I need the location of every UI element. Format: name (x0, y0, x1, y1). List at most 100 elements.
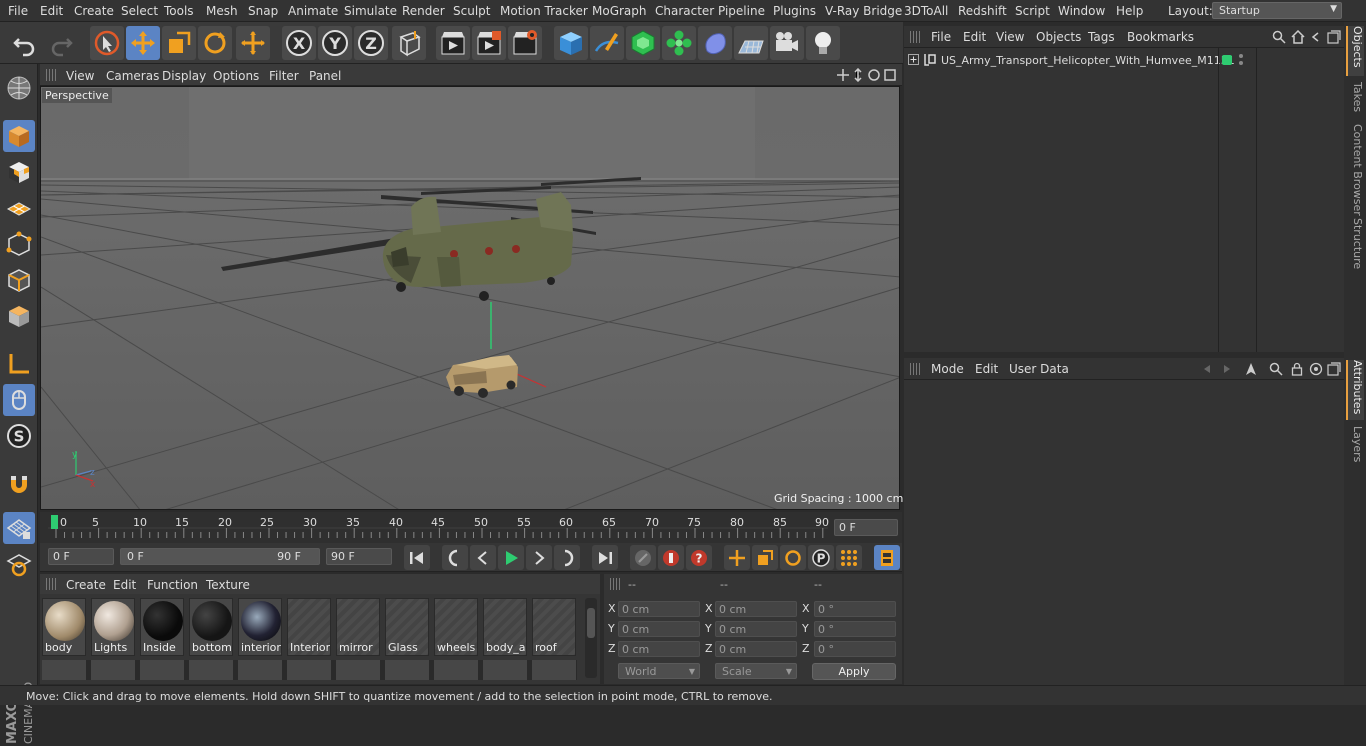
object-menu-edit[interactable]: Edit (963, 30, 986, 44)
prev-frame-button[interactable] (470, 545, 496, 570)
deformer-button[interactable] (698, 26, 732, 60)
material-swatch-interior-a[interactable]: interior_ (238, 598, 282, 656)
target-icon[interactable] (1309, 362, 1323, 376)
apply-button[interactable]: Apply (812, 663, 896, 680)
attribute-menu-mode[interactable]: Mode (931, 362, 964, 376)
material-swatch-inside[interactable]: Inside (140, 598, 184, 656)
attribute-menu-edit[interactable]: Edit (975, 362, 998, 376)
menu-mesh[interactable]: Mesh (206, 4, 238, 18)
tab-attributes[interactable]: Attributes (1346, 360, 1364, 420)
render-picture-viewer-button[interactable] (472, 26, 506, 60)
pointer-up-icon[interactable] (1244, 362, 1258, 376)
menu-tools[interactable]: Tools (164, 4, 194, 18)
material-swatch-glass[interactable]: Glass (385, 598, 429, 656)
workplane-lock-button[interactable] (3, 512, 35, 544)
start-frame-field[interactable]: 0 F (48, 548, 114, 565)
light-button[interactable] (806, 26, 840, 60)
coordinate-type-dropdown[interactable]: Scale ▼ (715, 663, 797, 679)
material-swatch-body[interactable]: body (42, 598, 86, 656)
menu-help[interactable]: Help (1116, 4, 1143, 18)
object-menu-view[interactable]: View (996, 30, 1024, 44)
object-menu-objects[interactable]: Objects (1036, 30, 1081, 44)
viewport-menu-display[interactable]: Display (162, 69, 206, 83)
size-y-field[interactable]: 0 cm (715, 621, 797, 637)
menu-create[interactable]: Create (74, 4, 114, 18)
menu-render[interactable]: Render (402, 4, 445, 18)
material-swatch-mirror[interactable]: mirror (336, 598, 380, 656)
render-visibility-dot[interactable] (1239, 61, 1243, 65)
camera-button[interactable] (770, 26, 804, 60)
next-frame-button[interactable] (526, 545, 552, 570)
position-y-field[interactable]: 0 cm (618, 621, 700, 637)
tab-objects[interactable]: Objects (1346, 26, 1364, 76)
viewport-nav-icons[interactable] (836, 68, 898, 82)
end-frame-field[interactable]: 90 F (326, 548, 392, 565)
tab-structure[interactable]: Structure (1346, 218, 1364, 274)
menu-select[interactable]: Select (121, 4, 158, 18)
back-icon[interactable] (1309, 30, 1323, 44)
timeline-button[interactable] (874, 545, 900, 570)
floor-environment-button[interactable] (734, 26, 768, 60)
generator-button[interactable] (626, 26, 660, 60)
viewport-menu-view[interactable]: View (66, 69, 94, 83)
material-scrollbar[interactable] (585, 598, 597, 678)
new-window-icon[interactable] (1327, 30, 1341, 44)
material-swatch-bottom[interactable]: bottom (189, 598, 233, 656)
material-swatch-lights[interactable]: Lights (91, 598, 135, 656)
goto-end-button[interactable] (592, 545, 618, 570)
menu-edit[interactable]: Edit (40, 4, 63, 18)
menu-pipeline[interactable]: Pipeline (718, 4, 765, 18)
make-editable-button[interactable] (3, 72, 35, 104)
menu-animate[interactable]: Animate (288, 4, 338, 18)
back-forward-arrows-icon[interactable] (1202, 362, 1232, 376)
solo-button[interactable]: S (3, 420, 35, 452)
key-scale-button[interactable] (752, 545, 778, 570)
size-x-field[interactable]: 0 cm (715, 601, 797, 617)
object-row[interactable]: US_Army_Transport_Helicopter_With_Humvee… (904, 50, 1344, 70)
key-parameter-button[interactable]: P (808, 545, 834, 570)
menu-3dtoall[interactable]: 3DToAll (904, 4, 948, 18)
frame-range-slider[interactable]: 0 F 90 F (120, 548, 320, 565)
menu-redshift[interactable]: Redshift (958, 4, 1007, 18)
y-axis-lock-button[interactable]: Y (318, 26, 352, 60)
key-position-button[interactable] (724, 545, 750, 570)
axis-mode-button[interactable] (3, 348, 35, 380)
rotation-p-field[interactable]: 0 ° (814, 621, 896, 637)
editor-visibility-dot[interactable] (1239, 54, 1243, 58)
playhead-marker[interactable] (51, 515, 58, 529)
menu-simulate[interactable]: Simulate (344, 4, 397, 18)
attribute-menu-user-data[interactable]: User Data (1009, 362, 1069, 376)
new-window-icon[interactable] (1327, 362, 1341, 376)
menu-window[interactable]: Window (1058, 4, 1105, 18)
tweak-mode-button[interactable] (3, 384, 35, 416)
texture-mode-button[interactable] (3, 156, 35, 188)
viewport-menu-options[interactable]: Options (213, 69, 259, 83)
transform-tool-button[interactable] (236, 26, 270, 60)
next-key-button[interactable] (554, 545, 580, 570)
viewport-3d[interactable]: y z x (40, 86, 900, 510)
goto-start-button[interactable] (404, 545, 430, 570)
workplane-mode-button[interactable] (3, 192, 35, 224)
menu-snap[interactable]: Snap (248, 4, 278, 18)
render-settings-button[interactable] (508, 26, 542, 60)
redo-button[interactable] (44, 26, 78, 60)
prev-key-button[interactable] (442, 545, 468, 570)
lock-icon[interactable] (1290, 362, 1304, 376)
material-menu-texture[interactable]: Texture (206, 578, 250, 592)
object-menu-bookmarks[interactable]: Bookmarks (1127, 30, 1194, 44)
menu-sculpt[interactable]: Sculpt (453, 4, 490, 18)
select-tool-button[interactable] (90, 26, 124, 60)
menu-motion-tracker[interactable]: Motion Tracker (500, 4, 588, 18)
model-mode-button[interactable] (3, 120, 35, 152)
snapping-button[interactable] (3, 468, 35, 500)
viewport-camera-label[interactable]: Perspective (42, 88, 112, 103)
expand-plus-icon[interactable] (908, 54, 919, 65)
keyframe-selection-button[interactable]: ? (686, 545, 712, 570)
scale-tool-button[interactable] (162, 26, 196, 60)
menu-vray-bridge[interactable]: V-Ray Bridge (825, 4, 902, 18)
layout-dropdown[interactable]: Startup ▼ (1212, 2, 1342, 19)
polygons-mode-button[interactable] (3, 300, 35, 332)
coordinate-mode-dropdown[interactable]: World ▼ (618, 663, 700, 679)
home-icon[interactable] (1291, 30, 1305, 44)
coordinate-system-button[interactable] (392, 26, 426, 60)
